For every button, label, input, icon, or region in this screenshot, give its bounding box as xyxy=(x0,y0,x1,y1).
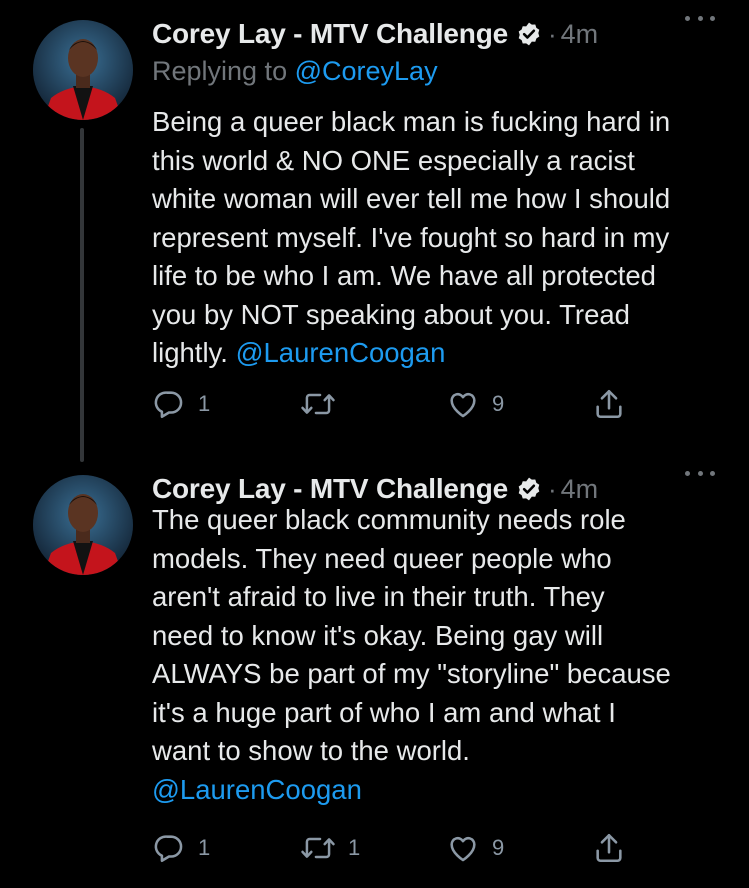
tweet-text-fragment: lightly. xyxy=(152,337,228,368)
retweet-button[interactable]: 1 xyxy=(300,830,360,866)
tweet-text-line-last: lightly. @LaurenCoogan xyxy=(152,334,732,373)
tweet-text-line: it's a huge part of who I am and what I xyxy=(152,696,616,728)
author-name[interactable]: Corey Lay - MTV Challenge xyxy=(152,18,508,50)
tweet-2[interactable]: Corey Lay - MTV Challenge · 4m The queer… xyxy=(0,455,749,888)
like-count: 9 xyxy=(492,391,505,416)
action-bar: 1 9 xyxy=(152,386,652,422)
tweet-text-line: represent myself. I've fought so hard in… xyxy=(152,221,670,253)
separator-dot: · xyxy=(547,18,557,49)
retweet-icon xyxy=(301,393,335,415)
reply-button[interactable]: 1 xyxy=(152,386,210,422)
mention-link[interactable]: @LaurenCoogan xyxy=(236,337,446,368)
thread-connector-line xyxy=(80,128,84,462)
tweet-header: Corey Lay - MTV Challenge · 4m xyxy=(152,14,749,54)
reply-count: 1 xyxy=(198,835,211,860)
like-button[interactable]: 9 xyxy=(446,386,504,422)
share-button[interactable] xyxy=(592,386,626,422)
verified-badge-icon xyxy=(516,21,542,47)
tweet-text-line: white woman will ever tell me how I shou… xyxy=(152,183,671,214)
tweet-text-line: this world & NO ONE especially a racist xyxy=(152,144,635,176)
like-count: 9 xyxy=(492,835,505,860)
reply-bubble-icon xyxy=(154,391,183,419)
reply-bubble-icon xyxy=(154,835,183,863)
retweet-count: 1 xyxy=(348,835,361,860)
tweet-text-line: you by NOT speaking about you. Tread xyxy=(152,298,630,330)
tweet-text-line: life to be who I am. We have all protect… xyxy=(152,260,656,291)
tweet-text-line: The queer black community needs role xyxy=(152,504,626,535)
mention-link[interactable]: @LaurenCoogan xyxy=(152,771,732,810)
more-options-icon[interactable] xyxy=(685,465,715,481)
tweet-text-line: want to show to the world. xyxy=(152,735,470,766)
avatar[interactable] xyxy=(33,20,133,120)
tweet-text-line: need to know it's okay. Being gay will xyxy=(152,619,604,651)
replying-to-handle[interactable]: @CoreyLay xyxy=(295,56,438,86)
replying-to: Replying to @CoreyLay xyxy=(152,56,438,87)
replying-to-label: Replying to xyxy=(152,56,288,86)
verified-badge-icon xyxy=(516,476,542,502)
share-upload-icon xyxy=(596,389,622,419)
heart-icon xyxy=(450,392,476,418)
reply-button[interactable]: 1 xyxy=(152,830,210,866)
more-options-icon[interactable] xyxy=(685,10,715,26)
retweet-icon xyxy=(301,837,335,859)
share-upload-icon xyxy=(596,833,622,863)
like-button[interactable]: 9 xyxy=(446,830,504,866)
tweet-text: Being a queer black man is fucking hard … xyxy=(152,103,732,373)
tweet-text-line: aren't afraid to live in their truth. Th… xyxy=(152,581,605,612)
tweet-1[interactable]: Corey Lay - MTV Challenge · 4m Replying … xyxy=(0,0,749,462)
tweet-text-line: ALWAYS be part of my "storyline" because xyxy=(152,658,671,689)
action-bar: 1 1 9 xyxy=(152,830,652,866)
share-button[interactable] xyxy=(592,830,626,866)
separator-dot: · xyxy=(547,473,557,504)
retweet-button[interactable] xyxy=(300,386,348,422)
timestamp[interactable]: 4m xyxy=(561,474,599,505)
heart-icon xyxy=(450,836,476,862)
timestamp[interactable]: 4m xyxy=(561,19,599,50)
avatar[interactable] xyxy=(33,475,133,575)
tweet-text-line: models. They need queer people who xyxy=(152,542,612,574)
reply-count: 1 xyxy=(198,391,211,416)
tweet-text: The queer black community needs role mod… xyxy=(152,501,732,809)
tweet-text-line: Being a queer black man is fucking hard … xyxy=(152,106,671,137)
